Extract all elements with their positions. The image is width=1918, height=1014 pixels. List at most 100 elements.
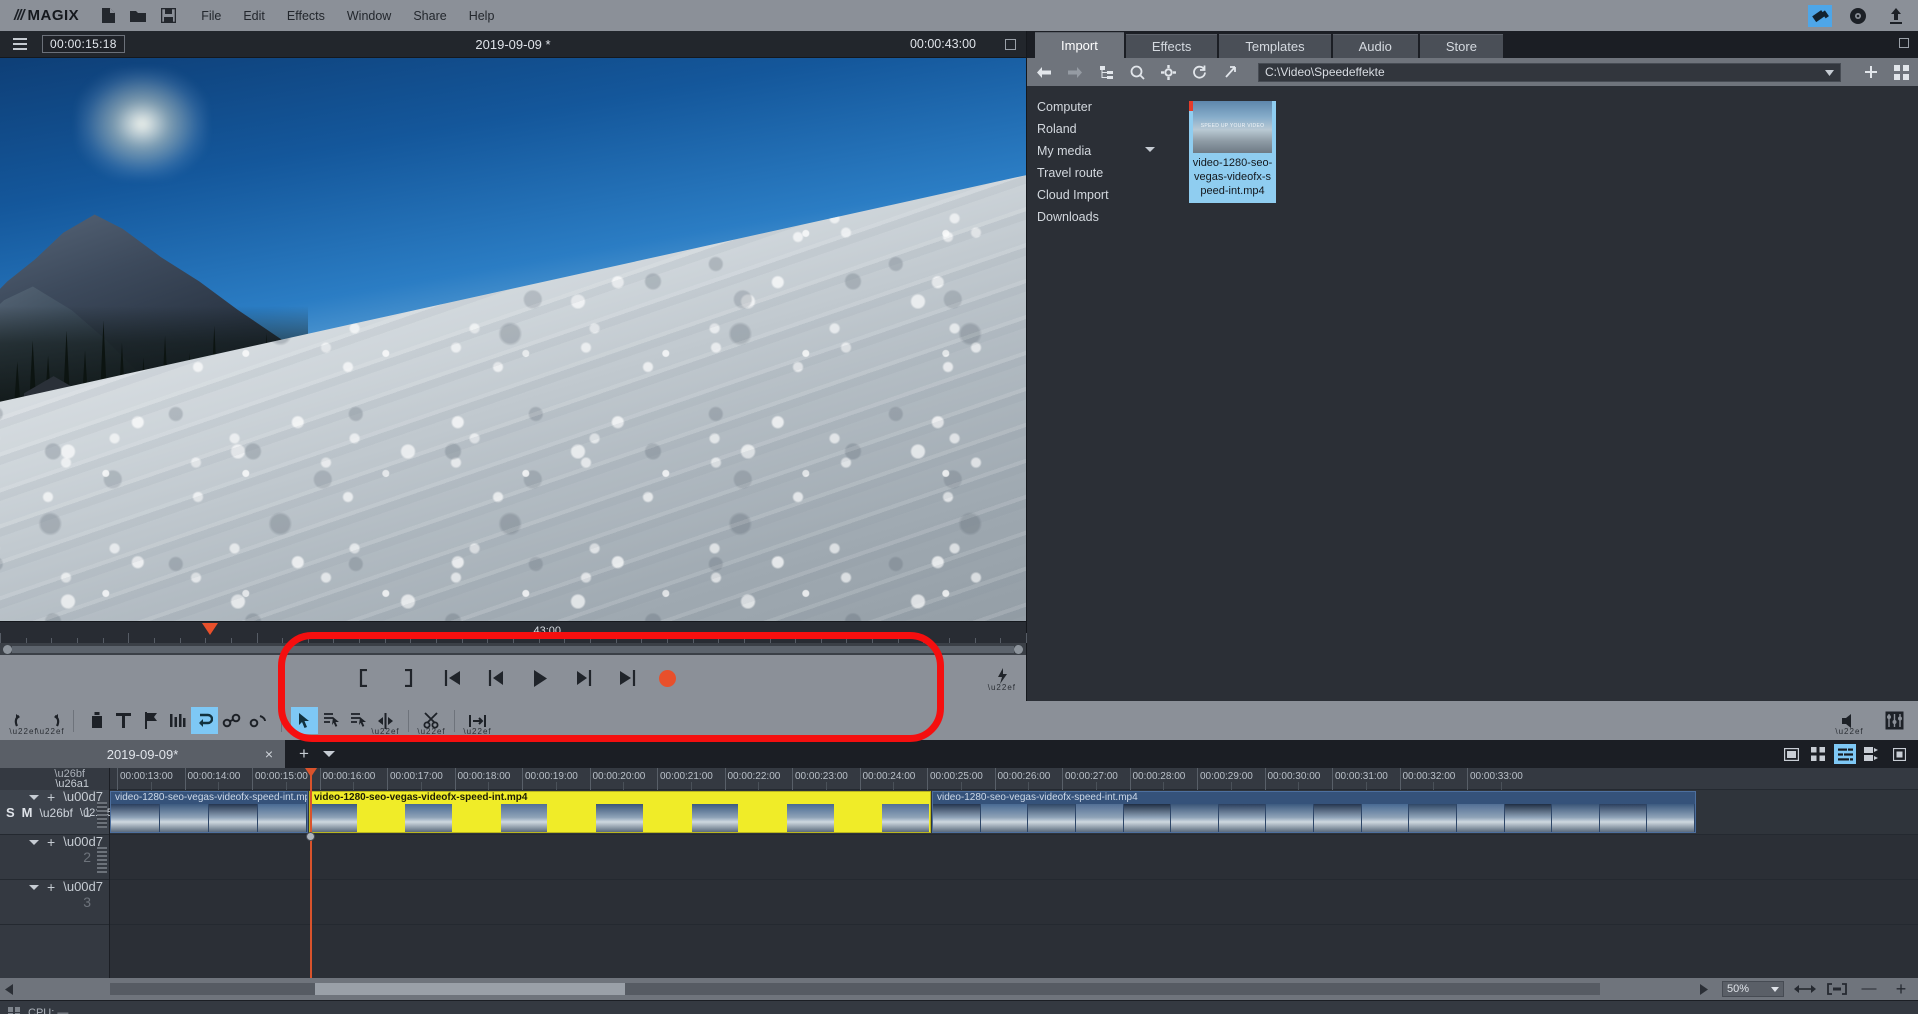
sidebar-item-roland[interactable]: Roland bbox=[1027, 118, 1169, 140]
view-grid-icon[interactable] bbox=[1892, 63, 1910, 81]
jump-to-end-button[interactable] bbox=[615, 666, 641, 690]
title-text-button[interactable] bbox=[110, 707, 137, 734]
timeline-clip[interactable]: video-1280-seo-vegas-videofx-speed-int.m… bbox=[110, 791, 308, 833]
add-track-button[interactable]: + bbox=[47, 880, 55, 894]
menu-item-share[interactable]: Share bbox=[413, 9, 446, 23]
solo-button[interactable]: S bbox=[6, 805, 15, 820]
close-icon[interactable]: \u00d7 bbox=[63, 790, 103, 803]
trim-button[interactable]: \u22ef bbox=[463, 707, 491, 736]
close-icon[interactable]: × bbox=[265, 746, 273, 762]
mouse-mode-arrow-button[interactable] bbox=[291, 707, 318, 734]
range-handle-right[interactable] bbox=[1014, 644, 1023, 654]
refresh-icon[interactable] bbox=[1190, 63, 1208, 81]
timeline-playhead-head[interactable] bbox=[305, 768, 317, 777]
chevron-down-icon[interactable] bbox=[1825, 65, 1834, 79]
sidebar-item-travel-route[interactable]: Travel route bbox=[1027, 162, 1169, 184]
settings-gear-icon[interactable] bbox=[1159, 63, 1177, 81]
marker-button[interactable] bbox=[137, 707, 164, 734]
track-lane-1[interactable]: video-1280-seo-vegas-videofx-speed-int.m… bbox=[110, 790, 1918, 835]
view-maximize-button[interactable] bbox=[1888, 744, 1910, 764]
export-upload-button[interactable] bbox=[1884, 5, 1908, 27]
sidebar-item-cloud-import[interactable]: Cloud Import bbox=[1027, 184, 1169, 206]
chevron-down-icon[interactable] bbox=[29, 839, 40, 845]
timeline-ruler[interactable]: 00:00:43:00 00:00:13:0000:00:14:0000:00:… bbox=[110, 768, 1918, 790]
loop-button[interactable] bbox=[191, 707, 218, 734]
redo-button[interactable]: \u22ef bbox=[36, 707, 64, 736]
media-file-item[interactable]: SPEED UP YOUR VIDEO video-1280-seo-vegas… bbox=[1189, 101, 1276, 204]
edit-mode-button[interactable] bbox=[1808, 4, 1832, 27]
scrubber-playhead[interactable] bbox=[202, 623, 219, 635]
close-icon[interactable]: \u00d7 bbox=[63, 835, 103, 848]
menu-item-effects[interactable]: Effects bbox=[287, 9, 325, 23]
add-track-button[interactable]: + bbox=[47, 835, 55, 849]
mouse-mode-curve-button[interactable] bbox=[345, 707, 372, 734]
track-lane-3[interactable] bbox=[110, 880, 1918, 925]
tab-import[interactable]: Import bbox=[1035, 32, 1124, 58]
link-objects-button[interactable] bbox=[218, 707, 245, 734]
mute-button[interactable]: M bbox=[22, 805, 33, 820]
zoom-level-select[interactable]: 50% bbox=[1722, 981, 1784, 997]
menu-item-help[interactable]: Help bbox=[469, 9, 495, 23]
preview-quality-button[interactable]: \u22ef bbox=[988, 667, 1016, 691]
delete-button[interactable] bbox=[83, 707, 110, 734]
media-pool-maximize-button[interactable] bbox=[1899, 38, 1909, 48]
project-tab[interactable]: 2019-09-09* × bbox=[0, 740, 285, 768]
forward-icon[interactable] bbox=[1066, 63, 1084, 81]
set-out-point-button[interactable] bbox=[395, 666, 421, 690]
save-project-icon[interactable] bbox=[159, 7, 177, 25]
preview-range-bar[interactable] bbox=[0, 643, 1026, 655]
track-lane-2[interactable] bbox=[110, 835, 1918, 880]
path-input[interactable]: C:\Video\Speedeffekte bbox=[1258, 62, 1841, 82]
tab-templates[interactable]: Templates bbox=[1219, 34, 1331, 58]
object-handle[interactable] bbox=[306, 832, 315, 841]
scroll-right-button[interactable] bbox=[1694, 978, 1712, 1000]
view-timeline-button[interactable] bbox=[1834, 744, 1856, 764]
close-icon[interactable]: \u00d7 bbox=[63, 880, 103, 893]
scroll-left-button[interactable] bbox=[0, 978, 18, 1000]
mouse-mode-stretch-button[interactable]: \u22ef bbox=[371, 707, 399, 736]
zoom-out-button[interactable]: — bbox=[1858, 980, 1880, 998]
lock-icon[interactable]: \u26bf bbox=[40, 806, 73, 820]
preview-menu-icon[interactable] bbox=[8, 38, 32, 50]
audio-mix-button[interactable] bbox=[164, 707, 191, 734]
chevron-down-icon[interactable] bbox=[1145, 147, 1155, 152]
add-project-button[interactable]: + bbox=[299, 744, 309, 764]
zoom-in-button[interactable]: + bbox=[1890, 980, 1912, 998]
volume-speaker-button[interactable]: \u22ef bbox=[1835, 707, 1863, 736]
new-project-icon[interactable] bbox=[99, 7, 117, 25]
current-timecode[interactable]: 00:00:15:18 bbox=[42, 35, 125, 53]
chevron-down-icon[interactable] bbox=[29, 884, 40, 890]
undo-button[interactable]: \u22ef bbox=[9, 707, 37, 736]
mixer-button[interactable] bbox=[1881, 707, 1908, 734]
track-header-3[interactable]: + \u00d7 3 bbox=[0, 880, 109, 925]
next-frame-button[interactable] bbox=[571, 666, 597, 690]
track-header-1[interactable]: + \u00d7 S M \u26bf \u21c5 \u21f5 1 bbox=[0, 790, 151, 835]
chevron-down-icon[interactable] bbox=[29, 794, 40, 800]
preview-maximize-button[interactable] bbox=[1005, 38, 1016, 50]
search-icon[interactable] bbox=[1128, 63, 1146, 81]
timeline-clip[interactable]: video-1280-seo-vegas-videofx-speed-int.m… bbox=[932, 791, 1696, 833]
add-folder-icon[interactable] bbox=[1862, 63, 1880, 81]
mouse-mode-single-button[interactable] bbox=[318, 707, 345, 734]
sidebar-item-downloads[interactable]: Downloads bbox=[1027, 206, 1169, 228]
range-handle-left[interactable] bbox=[3, 644, 12, 654]
view-storyboard-button[interactable] bbox=[1780, 744, 1802, 764]
menu-item-window[interactable]: Window bbox=[347, 9, 391, 23]
timeline-canvas[interactable]: 00:00:43:00 00:00:13:0000:00:14:0000:00:… bbox=[110, 768, 1918, 978]
horizontal-scrollbar-thumb[interactable] bbox=[315, 983, 625, 995]
menu-item-file[interactable]: File bbox=[201, 9, 221, 23]
up-level-icon[interactable] bbox=[1221, 63, 1239, 81]
split-scissors-button[interactable]: \u22ef bbox=[417, 707, 445, 736]
tab-store[interactable]: Store bbox=[1419, 34, 1503, 58]
view-multicam-button[interactable] bbox=[1861, 744, 1883, 764]
folder-tree-icon[interactable] bbox=[1097, 63, 1115, 81]
burn-disc-button[interactable] bbox=[1846, 5, 1870, 27]
record-button[interactable] bbox=[658, 669, 676, 687]
open-project-icon[interactable] bbox=[129, 7, 147, 25]
timeline-playhead[interactable] bbox=[310, 768, 312, 978]
previous-frame-button[interactable] bbox=[483, 666, 509, 690]
unlink-objects-button[interactable] bbox=[245, 707, 272, 734]
menu-item-edit[interactable]: Edit bbox=[243, 9, 265, 23]
jump-to-start-button[interactable] bbox=[439, 666, 465, 690]
view-grid-button[interactable] bbox=[1807, 744, 1829, 764]
